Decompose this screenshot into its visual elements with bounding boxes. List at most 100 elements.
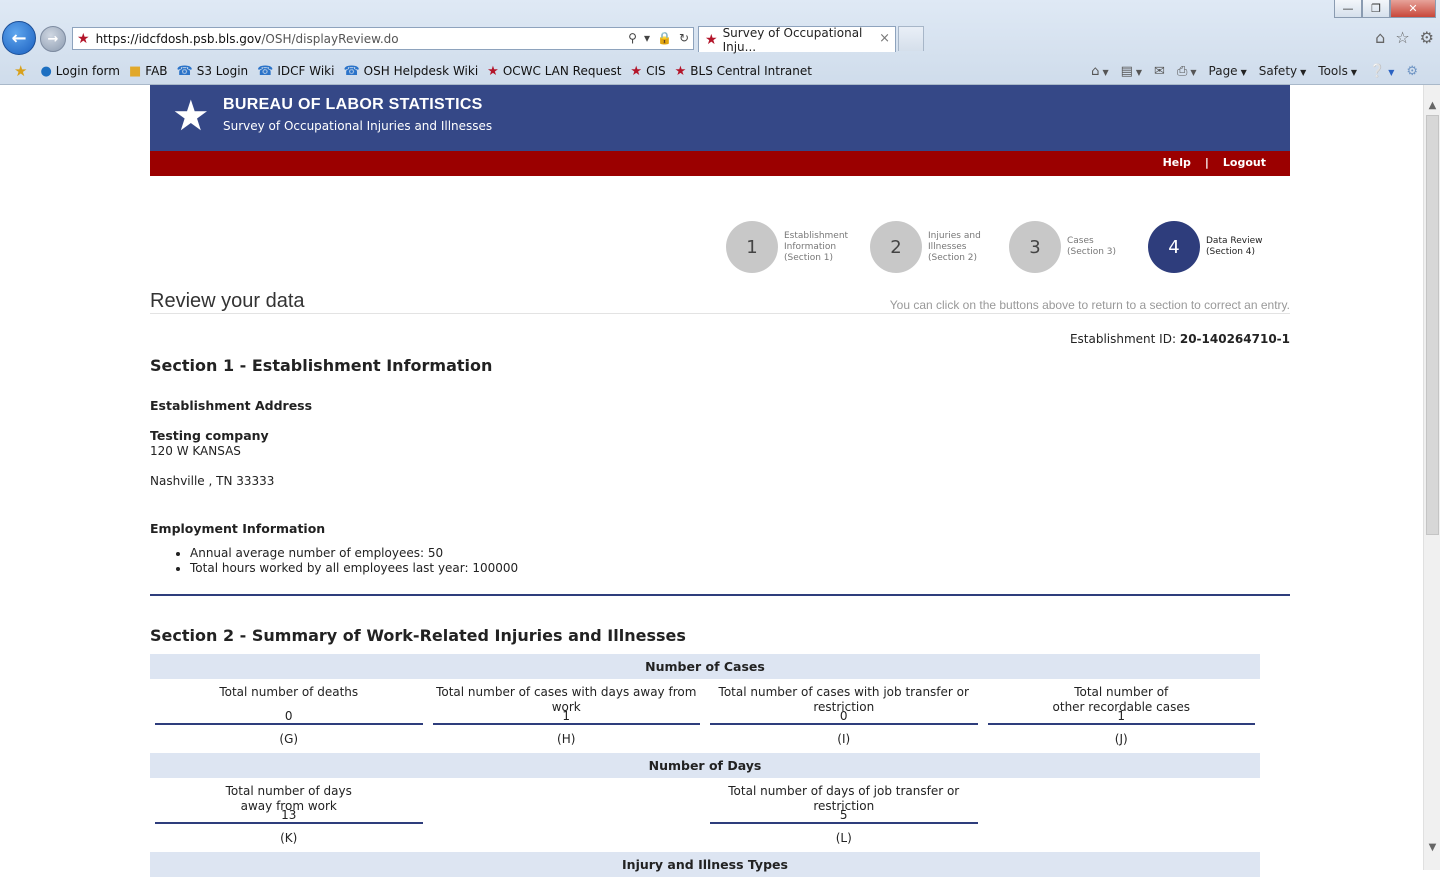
tools-menu[interactable]: Tools ▼ <box>1318 64 1357 78</box>
help-icon[interactable]: ❔ ▼ <box>1369 64 1394 79</box>
list-item: Total hours worked by all employees last… <box>190 561 518 576</box>
cell-value: 13 <box>155 808 423 824</box>
restore-button[interactable]: ❐ <box>1362 0 1390 18</box>
favorites-star-icon[interactable]: ☆ <box>1395 28 1409 47</box>
home-icon[interactable]: ⌂ <box>1375 28 1385 47</box>
cell-days-away: Total number of days away from work 13 (… <box>150 778 428 852</box>
cell-code: (K) <box>280 831 298 845</box>
search-icon[interactable]: ⚲ <box>628 31 637 45</box>
scroll-thumb[interactable] <box>1426 115 1439 535</box>
section-2-title: Section 2 - Summary of Work-Related Inju… <box>150 626 686 645</box>
tab-close-icon[interactable]: × <box>879 31 890 46</box>
page-menu[interactable]: Page ▼ <box>1209 64 1247 78</box>
favorite-ocwc-lan-request[interactable]: ★ OCWC LAN Request <box>487 64 621 79</box>
cell-code: (I) <box>837 732 851 746</box>
star-icon: ★ <box>630 63 643 79</box>
days-band: Number of Days <box>150 753 1260 778</box>
step-2[interactable]: 2 Injuries and Illnesses (Section 2) <box>870 221 981 273</box>
scroll-down-icon[interactable]: ▼ <box>1424 839 1440 856</box>
step-4[interactable]: 4 Data Review (Section 4) <box>1148 221 1262 273</box>
favorite-login-form[interactable]: ● Login form <box>40 64 120 79</box>
establishment-id-value: 20-140264710-1 <box>1179 332 1290 346</box>
globe-icon: ● <box>40 63 52 79</box>
step-1[interactable]: 1 Establishment Information (Section 1) <box>726 221 848 273</box>
close-window-button[interactable]: ✕ <box>1390 0 1436 18</box>
favorite-osh-helpdesk-wiki[interactable]: ☎ OSH Helpdesk Wiki <box>343 64 478 79</box>
step-circle[interactable]: 2 <box>870 221 922 273</box>
cell-value: 0 <box>155 709 423 725</box>
progress-steps: 1 Establishment Information (Section 1) … <box>150 221 1290 275</box>
favorite-s3-login[interactable]: ☎ S3 Login <box>177 64 249 79</box>
feeds-icon[interactable]: ▤ ▼ <box>1121 64 1142 79</box>
cell-label: Total number of cases with days away fro… <box>436 685 697 714</box>
divider <box>150 313 1290 314</box>
cell-label: Total number of cases with job transfer … <box>718 685 969 714</box>
ie-icon: ☎ <box>176 63 193 79</box>
favorites-bar: ★ ● Login form ■ FAB ☎ S3 Login ☎ IDCF Wiki … <box>0 58 1440 84</box>
dropdown-arrow-icon[interactable]: ▾ <box>644 31 650 45</box>
refresh-icon[interactable]: ↻ <box>679 31 689 45</box>
help-link[interactable]: Help <box>1163 156 1191 169</box>
print-icon[interactable]: ⎙ ▼ <box>1177 64 1197 79</box>
cell-empty <box>428 778 706 852</box>
cell-code: (H) <box>557 732 576 746</box>
favorite-idcf-wiki[interactable]: ☎ IDCF Wiki <box>257 64 334 79</box>
step-label: Cases (Section 3) <box>1067 236 1117 257</box>
list-item: Annual average number of employees: 50 <box>190 546 518 561</box>
gear-icon[interactable]: ⚙ <box>1420 28 1434 47</box>
mail-icon[interactable]: ✉ <box>1154 64 1165 79</box>
cell-code: (G) <box>279 732 299 746</box>
step-label: Injuries and Illnesses (Section 2) <box>928 230 981 263</box>
minimize-button[interactable]: — <box>1334 0 1362 18</box>
tab-survey[interactable]: ★ Survey of Occupational Inju... × <box>698 25 896 54</box>
cell-label: Total number of other recordable cases <box>1052 685 1190 714</box>
step-3[interactable]: 3 Cases (Section 3) <box>1009 221 1116 273</box>
add-favorite-star-icon: ★ <box>14 62 28 80</box>
cell-days-away-cases: Total number of cases with days away fro… <box>428 679 706 753</box>
cell-job-transfer-days: Total number of days of job transfer or … <box>705 778 983 852</box>
employment-list: Annual average number of employees: 50 T… <box>170 546 518 576</box>
cell-label: Total number of deaths <box>219 685 359 699</box>
cell-other-recordable: Total number of other recordable cases 1… <box>983 679 1261 753</box>
section-divider <box>150 594 1290 596</box>
cases-row: Total number of deaths 0 (G) Total numbe… <box>150 679 1260 753</box>
street-address: 120 W KANSAS <box>150 444 241 458</box>
add-favorites-button[interactable]: ★ <box>14 62 31 80</box>
bls-star-icon: ★ <box>705 31 718 48</box>
step-circle[interactable]: 1 <box>726 221 778 273</box>
home-icon[interactable]: ⌂ ▼ <box>1091 64 1108 79</box>
favorite-fab[interactable]: ■ FAB <box>129 64 168 79</box>
star-icon: ★ <box>487 63 499 79</box>
arrow-left-icon: ← <box>11 27 27 49</box>
back-button[interactable]: ← <box>2 21 36 55</box>
settings-icon[interactable]: ⚙ <box>1406 64 1418 79</box>
arrow-right-icon: → <box>47 31 59 47</box>
org-name: BUREAU OF LABOR STATISTICS <box>223 96 483 113</box>
page-scrollbar[interactable]: ▲ ▼ <box>1423 85 1440 870</box>
injury-types-band: Injury and Illness Types <box>150 852 1260 877</box>
favorite-cis[interactable]: ★ CIS <box>630 64 665 79</box>
employment-heading: Employment Information <box>150 521 326 536</box>
address-bar[interactable]: ★ https://idcfdosh.psb.bls.gov/OSH/displ… <box>72 27 694 50</box>
utility-bar: Help | Logout <box>150 151 1290 176</box>
establishment-id: Establishment ID: 20-140264710-1 <box>1070 332 1290 346</box>
cell-job-transfer-cases: Total number of cases with job transfer … <box>705 679 983 753</box>
page-title: Review your data <box>150 290 305 312</box>
step-circle-active[interactable]: 4 <box>1148 221 1200 273</box>
favorite-bls-central-intranet[interactable]: ★ BLS Central Intranet <box>675 64 812 79</box>
logout-link[interactable]: Logout <box>1223 156 1266 169</box>
scroll-up-icon[interactable]: ▲ <box>1424 97 1440 114</box>
browser-chrome: — ❐ ✕ ← → ★ https://idcfdosh.psb.bls.gov… <box>0 0 1440 85</box>
step-circle[interactable]: 3 <box>1009 221 1061 273</box>
cell-empty <box>983 778 1261 852</box>
new-tab-button[interactable] <box>898 26 924 51</box>
safety-menu[interactable]: Safety ▼ <box>1259 64 1307 78</box>
bls-logo-star-icon: ★ <box>172 91 210 140</box>
tab-title: Survey of Occupational Inju... <box>722 25 863 54</box>
city-state-zip: Nashville , TN 33333 <box>150 474 275 488</box>
company-name: Testing company <box>150 428 269 443</box>
forward-button[interactable]: → <box>40 26 66 52</box>
lock-icon[interactable]: 🔒 <box>657 31 672 45</box>
cell-label: Total number of days of job transfer or … <box>728 784 960 813</box>
link-separator: | <box>1204 156 1209 169</box>
